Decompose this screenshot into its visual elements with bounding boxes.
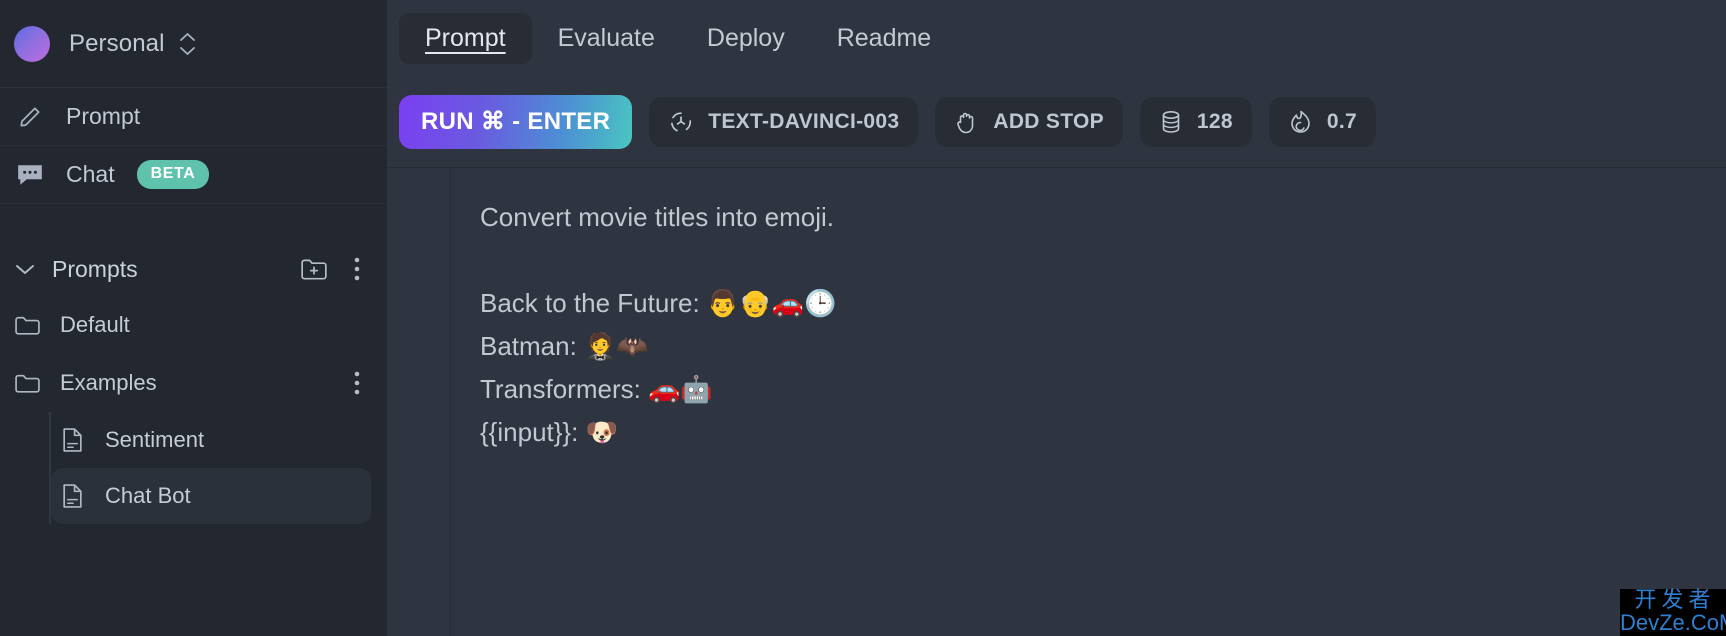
add-stop-label: ADD STOP <box>993 109 1104 133</box>
folder-plus-icon[interactable] <box>299 254 329 284</box>
folder-label: Default <box>60 312 130 337</box>
workspace-avatar <box>14 25 50 62</box>
document-icon <box>61 427 89 453</box>
sidebar-item-label: Prompt <box>66 103 141 129</box>
hand-stop-icon <box>954 109 979 135</box>
max-tokens-chip[interactable]: 128 <box>1139 96 1252 147</box>
run-button[interactable]: RUN ⌘ - ENTER <box>399 94 633 149</box>
prompts-section-header: Prompts <box>0 242 387 296</box>
sidebar-item-prompt[interactable]: Prompt <box>0 88 387 146</box>
tab-deploy[interactable]: Deploy <box>681 13 811 64</box>
tab-evaluate[interactable]: Evaluate <box>532 13 681 64</box>
model-selector-chip[interactable]: TEXT-DAVINCI-003 <box>649 96 919 147</box>
add-stop-chip[interactable]: ADD STOP <box>935 96 1123 147</box>
tab-readme[interactable]: Readme <box>811 13 958 64</box>
folder-icon <box>14 313 44 337</box>
chevron-up-down-icon[interactable] <box>179 32 196 56</box>
folder-children: Sentiment Chat Bot <box>49 412 387 524</box>
flame-icon <box>1288 109 1313 135</box>
prompt-text-area[interactable]: Convert movie titles into emoji. Back to… <box>451 168 1726 636</box>
folder-label: Examples <box>60 370 157 395</box>
sidebar-item-chat[interactable]: Chat BETA <box>0 146 387 204</box>
watermark-cn: 开发者 <box>1634 588 1716 613</box>
tab-bar: Prompt Evaluate Deploy Readme <box>387 0 1726 76</box>
list-item[interactable]: Sentiment <box>51 412 371 468</box>
sidebar-item-label: Chat <box>66 161 115 187</box>
prompt-toolbar: RUN ⌘ - ENTER TEXT-DAVINCI-003 ADD STOP … <box>387 76 1726 168</box>
kebab-menu-icon[interactable] <box>345 368 369 398</box>
watermark: 开发者 DevZe.CoM <box>1620 589 1726 636</box>
pencil-icon <box>14 104 46 130</box>
folder-icon <box>14 371 44 395</box>
workspace-name: Personal <box>69 29 165 57</box>
kebab-menu-icon[interactable] <box>345 254 369 284</box>
max-tokens-value: 128 <box>1196 109 1233 133</box>
temperature-value: 0.7 <box>1326 109 1357 133</box>
folder-default[interactable]: Default <box>0 296 387 354</box>
model-node-icon <box>668 109 694 135</box>
prompt-editor[interactable]: Convert movie titles into emoji. Back to… <box>387 168 1726 636</box>
chevron-down-icon[interactable] <box>8 262 42 276</box>
workspace-switcher[interactable]: Personal <box>0 0 387 88</box>
tab-prompt[interactable]: Prompt <box>399 12 532 64</box>
watermark-en: DevZe.CoM <box>1620 610 1726 635</box>
status-badge: BETA <box>136 160 210 189</box>
sidebar: Personal Prompt Chat BETA Prompts Defaul… <box>0 0 387 636</box>
editor-gutter <box>387 168 451 636</box>
temperature-chip[interactable]: 0.7 <box>1268 96 1376 147</box>
list-item-label: Chat Bot <box>105 483 191 508</box>
document-icon <box>61 483 89 509</box>
chat-bubble-icon <box>14 162 46 188</box>
database-stack-icon <box>1159 109 1183 135</box>
main-panel: Prompt Evaluate Deploy Readme RUN ⌘ - EN… <box>387 0 1726 636</box>
list-item-label: Sentiment <box>105 427 205 452</box>
list-item[interactable]: Chat Bot <box>51 468 371 524</box>
model-label: TEXT-DAVINCI-003 <box>708 109 900 133</box>
folder-examples[interactable]: Examples <box>0 354 387 412</box>
prompts-section-title: Prompts <box>52 255 138 282</box>
app-root: Personal Prompt Chat BETA Prompts Defaul… <box>0 0 1726 636</box>
